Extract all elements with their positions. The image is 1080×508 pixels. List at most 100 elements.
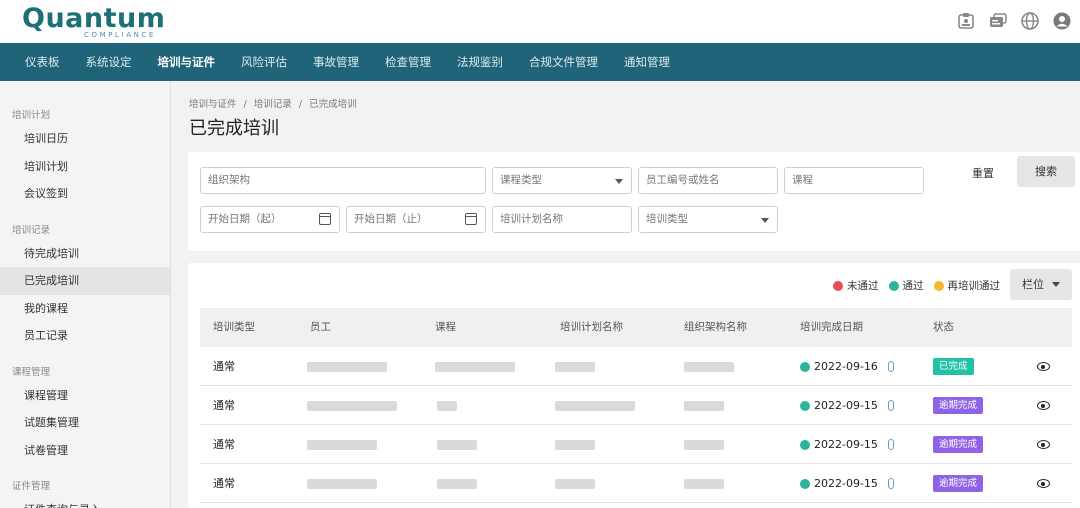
column-header: 培训计划名称 — [560, 321, 623, 333]
training-type-placeholder: 培训类型 — [646, 213, 688, 225]
course-field[interactable]: 课程 — [784, 167, 924, 194]
training-type-select[interactable]: 培训类型 — [638, 206, 778, 233]
globe-icon[interactable] — [1020, 11, 1040, 31]
sidebar-item[interactable]: 待完成培训 — [0, 240, 170, 268]
columns-button[interactable]: 栏位 — [1010, 269, 1072, 300]
passed-dot-icon — [888, 280, 899, 291]
completion-date-cell: 2022-09-16 — [800, 347, 894, 386]
table-row[interactable]: 通常 2022-09-16 已完成 — [200, 347, 1072, 386]
view-eye-icon[interactable] — [1037, 362, 1050, 371]
breadcrumb-separator: / — [298, 99, 303, 110]
nav-item[interactable]: 风险评估 — [228, 43, 300, 81]
status-legend: 未通过 通过 再培训通过 — [833, 278, 1000, 293]
redacted-cell — [684, 401, 724, 411]
completion-date: 2022-09-15 — [814, 438, 878, 451]
column-header: 员工 — [310, 321, 331, 333]
plan-name-field[interactable]: 培训计划名称 — [492, 206, 632, 233]
table-row[interactable]: 通常 2022-09-15 逾期完成 — [200, 386, 1072, 425]
nav-item[interactable]: 法规鉴别 — [444, 43, 516, 81]
training-type-cell: 通常 — [213, 360, 235, 373]
nav-item[interactable]: 检查管理 — [372, 43, 444, 81]
attachment-icon[interactable] — [887, 361, 894, 372]
redacted-cell — [307, 362, 387, 372]
chevron-down-icon — [615, 179, 623, 184]
sidebar-item[interactable]: 课程管理 — [0, 382, 170, 410]
redacted-cell — [307, 479, 377, 489]
column-header: 组织架构名称 — [684, 321, 747, 333]
training-type-cell: 通常 — [213, 399, 235, 412]
passed-dot-icon — [800, 439, 810, 450]
results-table: 未通过 通过 再培训通过 栏位 培训类型 员工 课程 培训计划名称 组织架构名称 培训完成… — [188, 263, 1080, 508]
attachment-icon[interactable] — [887, 478, 894, 489]
view-eye-icon[interactable] — [1037, 479, 1050, 488]
course-type-select[interactable]: 课程类型 — [492, 167, 632, 194]
sidebar-item[interactable]: 证件查询与录入 — [0, 496, 170, 508]
column-header: 培训完成日期 — [800, 321, 863, 333]
redacted-cell — [437, 440, 477, 450]
attachment-icon[interactable] — [887, 400, 894, 411]
attachment-icon[interactable] — [887, 439, 894, 450]
completion-date: 2022-09-15 — [814, 477, 878, 490]
view-eye-icon[interactable] — [1037, 440, 1050, 449]
employee-field[interactable]: 员工编号或姓名 — [638, 167, 778, 194]
redacted-cell — [307, 401, 397, 411]
sidebar-item[interactable]: 培训日历 — [0, 125, 170, 153]
training-type-cell: 通常 — [213, 477, 235, 490]
reset-button[interactable]: 重置 — [961, 159, 1005, 189]
legend-passed: 通过 — [902, 280, 924, 292]
redacted-cell — [684, 362, 734, 372]
plan-name-placeholder: 培训计划名称 — [500, 213, 563, 225]
nav-item[interactable]: 培训与证件 — [145, 43, 229, 81]
brand-name: Quantum — [22, 3, 166, 34]
start-date-from-field[interactable]: 开始日期（起） — [200, 206, 340, 233]
id-badge-icon[interactable] — [956, 11, 976, 31]
filter-panel: 组织架构 课程类型 员工编号或姓名 课程 重置 搜索 开始日期（起） 开始日期（… — [188, 152, 1080, 251]
sidebar-item[interactable]: 已完成培训 — [0, 267, 170, 295]
nav-item[interactable]: 事故管理 — [300, 43, 372, 81]
main-content: 培训与证件 / 培训记录 / 已完成培训 已完成培训 组织架构 课程类型 员工编… — [171, 81, 1080, 508]
brand-tagline: COMPLIANCE — [84, 31, 156, 39]
completion-date-cell: 2022-09-15 — [800, 386, 894, 425]
user-icon[interactable] — [1052, 11, 1072, 31]
start-date-to-field[interactable]: 开始日期（止） — [346, 206, 486, 233]
view-eye-icon[interactable] — [1037, 401, 1050, 410]
table-row[interactable]: 通常 2022-09-15 逾期完成 — [200, 425, 1072, 464]
org-field[interactable]: 组织架构 — [200, 167, 486, 194]
sidebar-item[interactable]: 试题集管理 — [0, 409, 170, 437]
nav-item[interactable]: 通知管理 — [611, 43, 683, 81]
nav-item[interactable]: 系统设定 — [73, 43, 145, 81]
start-date-from-placeholder: 开始日期（起） — [208, 213, 282, 225]
breadcrumb: 培训与证件 / 培训记录 / 已完成培训 — [189, 96, 357, 110]
chevron-down-icon — [1052, 282, 1060, 287]
sidebar-item[interactable]: 我的课程 — [0, 295, 170, 323]
brand-logo[interactable]: Quantum COMPLIANCE — [22, 3, 166, 40]
table-row[interactable]: 通常 2022-09-15 逾期完成 — [200, 464, 1072, 503]
legend-retrain: 再培训通过 — [947, 280, 1001, 292]
nav-item[interactable]: 仪表板 — [12, 43, 73, 81]
calendar-icon[interactable] — [465, 213, 477, 225]
nav-item[interactable]: 合规文件管理 — [516, 43, 611, 81]
sidebar-item[interactable]: 培训计划 — [0, 153, 170, 181]
redacted-cell — [437, 479, 477, 489]
breadcrumb-current: 已完成培训 — [309, 99, 357, 110]
completion-date-cell: 2022-09-15 — [800, 425, 894, 464]
sidebar-item[interactable]: 试卷管理 — [0, 437, 170, 465]
sidebar: 培训计划 培训日历 培训计划 会议签到 培训记录 待完成培训 已完成培训 我的课程 员工记录 课程… — [0, 81, 171, 508]
legend-failed: 未通过 — [847, 280, 879, 292]
sidebar-item[interactable]: 员工记录 — [0, 322, 170, 350]
redacted-cell — [555, 362, 595, 372]
calendar-icon[interactable] — [319, 213, 331, 225]
status-badge: 逾期完成 — [933, 397, 984, 414]
breadcrumb-item[interactable]: 培训记录 — [254, 99, 292, 110]
cards-icon[interactable] — [988, 11, 1008, 31]
sidebar-group-label: 培训记录 — [12, 224, 51, 236]
breadcrumb-item[interactable]: 培训与证件 — [189, 99, 237, 110]
org-placeholder: 组织架构 — [208, 174, 250, 186]
search-button[interactable]: 搜索 — [1017, 156, 1075, 187]
training-type-cell: 通常 — [213, 438, 235, 451]
sidebar-item[interactable]: 会议签到 — [0, 180, 170, 208]
status-badge: 已完成 — [933, 358, 974, 375]
passed-dot-icon — [800, 478, 810, 489]
redacted-cell — [684, 440, 724, 450]
breadcrumb-separator: / — [243, 99, 247, 110]
